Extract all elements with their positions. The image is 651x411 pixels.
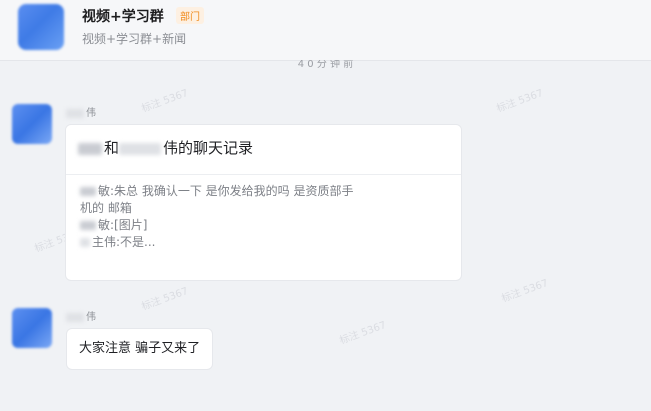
sender-avatar[interactable]	[12, 308, 52, 348]
divider	[66, 174, 461, 175]
sender-name: 伟	[66, 104, 96, 119]
record-title-suffix: 伟的聊天记录	[163, 139, 254, 157]
watermark: 标注 5367	[338, 319, 388, 347]
redacted-name	[119, 142, 162, 155]
group-subtitle: 视频+学习群+新闻	[82, 32, 187, 46]
record-speaker: 敏:	[98, 218, 115, 232]
record-speaker: 敏:	[98, 184, 115, 198]
record-text: [图片]	[114, 218, 148, 232]
redacted-name	[80, 187, 96, 196]
record-text: 朱总 我确认一下 是你发给我的吗 是资质部手	[114, 184, 354, 198]
watermark: 标注 5367	[500, 277, 550, 305]
department-badge: 部门	[176, 7, 204, 24]
group-name[interactable]: 视频+学习群	[82, 6, 164, 26]
group-avatar[interactable]	[18, 4, 64, 50]
chat-record-preview: 敏:朱总 我确认一下 是你发给我的吗 是资质部手 机的 邮箱 敏:[图片] 主伟…	[80, 183, 450, 251]
record-text: 机的 邮箱	[80, 201, 132, 215]
record-line: 敏:朱总 我确认一下 是你发给我的吗 是资质部手	[80, 183, 450, 200]
chat-record-title: 和 伟的聊天记录	[78, 137, 253, 158]
record-speaker: 主伟:	[92, 235, 121, 249]
record-title-prefix: 和	[104, 139, 120, 157]
redacted-name	[66, 108, 84, 118]
redacted-name	[78, 142, 102, 155]
record-line: 主伟:不是...	[80, 234, 450, 251]
sender-name: 伟	[66, 308, 96, 323]
watermark: 标注 5367	[140, 285, 190, 313]
sender-name-suffix: 伟	[86, 108, 96, 119]
sender-name-suffix: 伟	[86, 312, 96, 323]
message-bubble[interactable]: 大家注意 骗子又来了	[66, 328, 214, 370]
message-timestamp: 4 0 分 钟 前	[297, 60, 354, 70]
chat-window: 视频+学习群 部门 视频+学习群+新闻 4 0 分 钟 前 标注 5367 标注…	[0, 0, 651, 411]
redacted-name	[66, 312, 84, 322]
watermark: 标注 5367	[140, 87, 190, 115]
record-line: 机的 邮箱	[80, 200, 450, 217]
sender-avatar[interactable]	[12, 104, 52, 144]
record-text: 不是...	[120, 235, 156, 249]
redacted-name	[80, 221, 96, 230]
watermark: 标注 5367	[495, 87, 545, 115]
record-line: 敏:[图片]	[80, 217, 450, 234]
chat-record-card[interactable]: 和伟的聊天记录 敏:朱总 我确认一下 是你发给我的吗 是资质部手 机的 邮箱 敏…	[65, 124, 462, 281]
redacted-name	[80, 238, 90, 247]
chat-header: 视频+学习群 部门 视频+学习群+新闻	[0, 0, 651, 61]
